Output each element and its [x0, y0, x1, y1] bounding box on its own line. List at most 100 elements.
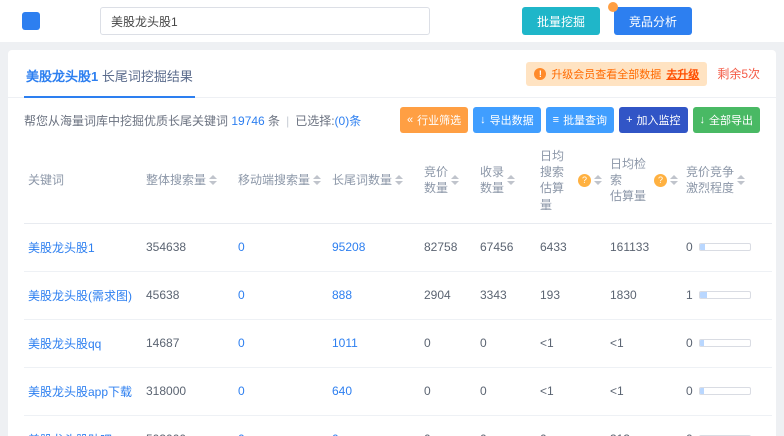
batch-query-button[interactable]: ≡ 批量查询: [545, 107, 615, 133]
batch-mine-button[interactable]: 批量挖掘: [521, 7, 600, 35]
cell-daily_search: <1: [540, 384, 554, 399]
cell-bid: 2904: [424, 288, 451, 303]
cell-overall: 503000: [146, 432, 186, 436]
keyword-link[interactable]: 美股龙头股app下载: [28, 385, 132, 399]
table-row: 美股龙头股app下载 318000 0 640 0 0 <1 <1 0: [24, 367, 772, 416]
column-header[interactable]: 日均检索 估算量?: [606, 142, 682, 224]
cell-index: 0: [480, 336, 487, 351]
add-monitor-button[interactable]: + 加入监控: [619, 107, 688, 133]
tab-label: 长尾词挖掘结果: [98, 69, 193, 84]
column-header[interactable]: 日均搜索 估算量?: [536, 142, 606, 224]
cell-overall: 14687: [146, 336, 180, 351]
keyword-link[interactable]: 美股龙头股(需求图): [28, 289, 132, 303]
sort-icon[interactable]: [737, 175, 746, 186]
tab-keyword-highlight: 美股龙头股1: [26, 69, 99, 84]
column-header[interactable]: 收录 数量: [476, 142, 536, 224]
upgrade-link[interactable]: 去升级: [666, 66, 699, 82]
cell-longtail[interactable]: 640: [332, 384, 352, 398]
column-header[interactable]: 整体搜索量: [142, 142, 234, 224]
table-row: 美股龙头股qq 14687 0 1011 0 0 <1 <1 0: [24, 319, 772, 368]
cell-mobile[interactable]: 0: [238, 288, 245, 302]
batch-query-label: 批量查询: [563, 115, 608, 127]
cell-compete: 0: [686, 384, 693, 399]
cell-compete: 1: [686, 288, 693, 303]
sort-icon[interactable]: [313, 175, 322, 186]
summary-text-b: 条: [264, 113, 281, 128]
cell-mobile[interactable]: 0: [238, 336, 245, 350]
plus-icon: +: [626, 113, 633, 126]
result-summary: 帮您从海量词库中挖掘优质长尾关键词 19746 条 | 已选择:(0)条: [24, 112, 361, 129]
results-panel: 美股龙头股1 长尾词挖掘结果 ! 升级会员查看全部数据 去升级 剩余5次 帮您从…: [8, 50, 776, 436]
table-row: 美股龙头股贴吧503000000003130: [24, 415, 772, 436]
column-header[interactable]: 竞价 数量: [420, 142, 476, 224]
help-icon[interactable]: ?: [578, 173, 591, 187]
cell-daily_retrieve: <1: [610, 384, 624, 399]
cell-mobile[interactable]: 0: [238, 432, 245, 436]
sort-icon[interactable]: [507, 175, 516, 186]
cell-bid: 0: [424, 432, 431, 436]
cell-index: 67456: [480, 240, 514, 255]
compare-button-wrap: 竞品分析: [607, 2, 692, 35]
topbar: 批量挖掘 竞品分析: [0, 0, 784, 42]
cell-index: 0: [480, 432, 487, 436]
keywords-table: 关键词 整体搜索量 移动端搜索量 长尾词数量 竞价 数量 收录 数量 日均搜索 估算量? 日均检索估…: [24, 142, 772, 436]
cell-bid: 82758: [424, 240, 458, 255]
sort-icon[interactable]: [594, 175, 602, 186]
cell-compete: 0: [686, 240, 693, 255]
column-header[interactable]: 竞价竞争 激烈程度: [682, 142, 772, 224]
sort-icon[interactable]: [670, 175, 678, 186]
cell-longtail[interactable]: 0: [332, 432, 339, 436]
column-header[interactable]: 长尾词数量: [328, 142, 420, 224]
competition-bar: [698, 339, 751, 348]
cell-bid: 0: [424, 336, 431, 351]
export-data-label: 导出数据: [489, 115, 534, 127]
cell-longtail[interactable]: 888: [332, 288, 352, 302]
export-all-label: 全部导出: [709, 115, 753, 127]
add-monitor-label: 加入监控: [636, 115, 681, 127]
export-data-button[interactable]: ↓ 导出数据: [473, 107, 541, 133]
sort-icon[interactable]: [451, 175, 460, 186]
industry-filter-button[interactable]: « 行业筛选: [400, 107, 469, 133]
cell-daily_search: <1: [540, 336, 554, 351]
column-header[interactable]: 移动端搜索量: [234, 142, 328, 224]
cell-mobile[interactable]: 0: [238, 384, 245, 398]
keyword-link[interactable]: 美股龙头股1: [28, 241, 95, 255]
toolbar-buttons: « 行业筛选 ↓ 导出数据 ≡ 批量查询 + 加入监控 ↓ 全部导出: [400, 107, 760, 133]
cell-daily_search: 0: [540, 432, 547, 436]
cell-daily_retrieve: 313: [610, 432, 630, 436]
app-logo-icon: [22, 12, 40, 30]
industry-filter-label: 行业筛选: [417, 115, 462, 127]
competitor-analysis-button[interactable]: 竞品分析: [613, 7, 692, 35]
filter-icon: «: [407, 113, 414, 126]
upgrade-banner[interactable]: ! 升级会员查看全部数据 去升级: [526, 61, 708, 86]
promo-area: ! 升级会员查看全部数据 去升级 剩余5次: [526, 61, 760, 94]
help-icon[interactable]: ?: [654, 173, 667, 187]
export-all-button[interactable]: ↓ 全部导出: [692, 107, 760, 133]
keyword-input[interactable]: [100, 7, 430, 35]
new-badge-icon: [607, 2, 618, 12]
cell-bid: 0: [424, 384, 431, 399]
selected-label: 已选择:: [295, 113, 335, 128]
cell-longtail[interactable]: 95208: [332, 240, 365, 254]
list-icon: ≡: [552, 113, 560, 126]
cell-longtail[interactable]: 1011: [332, 336, 358, 350]
tab-longtail-results[interactable]: 美股龙头股1 长尾词挖掘结果: [24, 58, 195, 98]
cell-daily_search: 193: [540, 288, 561, 303]
sort-icon[interactable]: [209, 175, 218, 186]
cell-overall: 318000: [146, 384, 187, 399]
topbar-buttons: 批量挖掘 竞品分析: [521, 2, 692, 35]
cell-daily_retrieve: 161133: [610, 240, 650, 255]
remaining-quota-text: 剩余5次: [717, 67, 760, 81]
keyword-link[interactable]: 美股龙头股qq: [28, 337, 101, 351]
competition-bar: [698, 243, 751, 252]
cell-daily_search: 6433: [540, 240, 567, 255]
table-header-row: 关键词 整体搜索量 移动端搜索量 长尾词数量 竞价 数量 收录 数量 日均搜索 估算量? 日均检索估…: [24, 142, 772, 224]
cell-mobile[interactable]: 0: [238, 240, 245, 254]
download-icon: ↓: [480, 113, 486, 126]
competition-bar: [698, 387, 751, 396]
sort-icon[interactable]: [395, 175, 404, 186]
result-count[interactable]: 19746: [231, 114, 264, 128]
selected-count[interactable]: (0)条: [335, 114, 362, 128]
banner-text: 升级会员查看全部数据: [551, 68, 662, 81]
cell-index: 0: [480, 384, 487, 399]
